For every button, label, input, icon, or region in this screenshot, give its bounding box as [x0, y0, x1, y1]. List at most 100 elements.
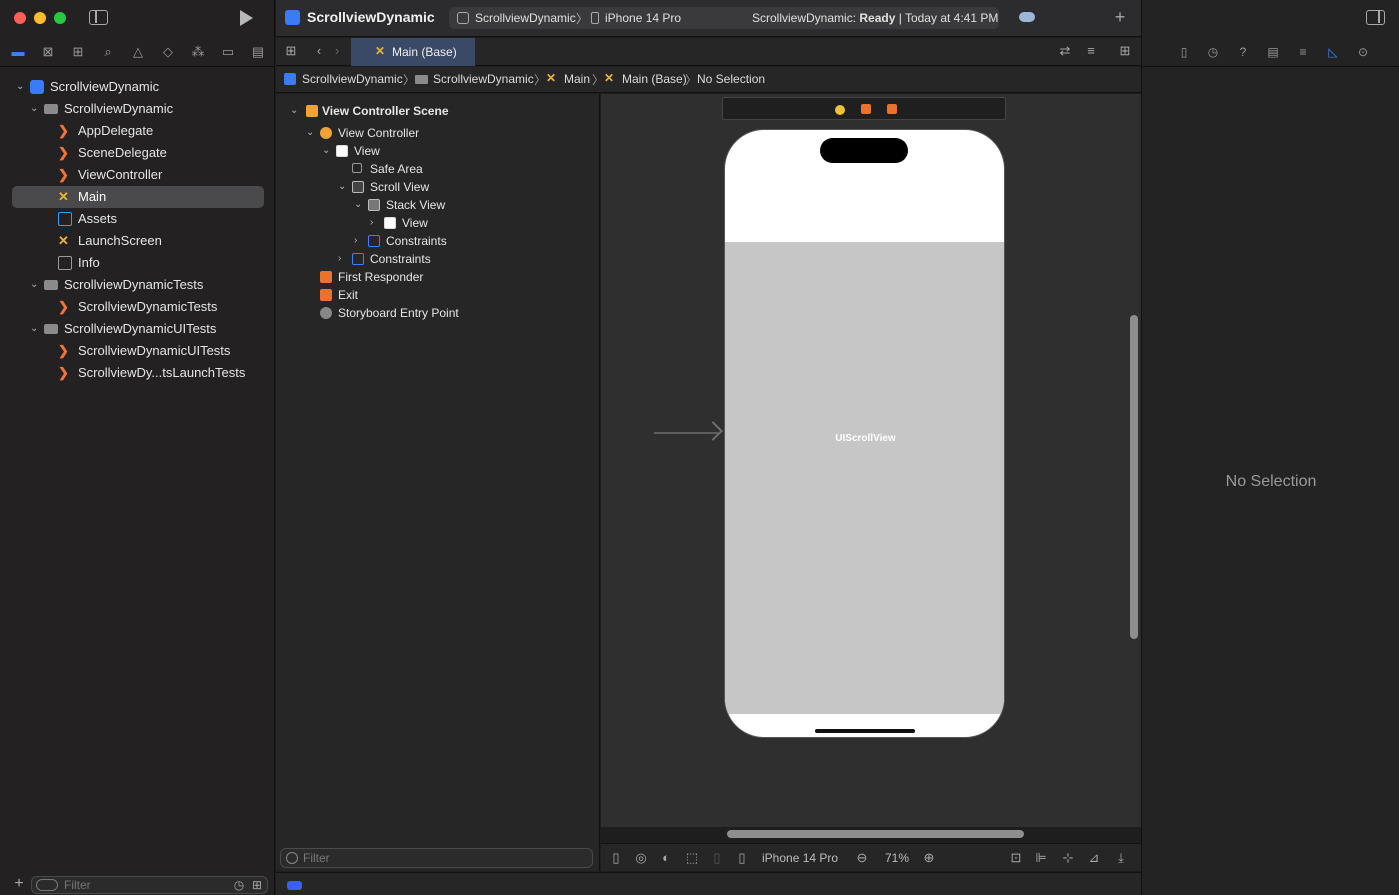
debug-bar — [276, 872, 1141, 895]
minimize-window-button[interactable] — [34, 12, 46, 24]
tab-main-base[interactable]: ✕ Main (Base) — [351, 38, 475, 66]
breadcrumb-project[interactable]: ScrollviewDynamic — [302, 72, 403, 86]
swap-icon[interactable]: ⇄ — [1057, 43, 1073, 59]
align-icon[interactable]: ⊫ — [1033, 850, 1049, 866]
navigator-tab-bar: ▬ ⊠ ⊞ ⌕ △ ◇ ⁂ ▭ ▤ — [0, 40, 275, 64]
scope-icon[interactable]: ⊞ — [250, 877, 264, 893]
vertical-scrollbar[interactable] — [1130, 315, 1138, 639]
editor-options-icon[interactable]: ≡ — [1082, 43, 1100, 59]
tree-item-project[interactable]: ⌄ ScrollviewDynamic — [16, 76, 266, 98]
storyboard-icon: ✕ — [58, 189, 69, 204]
tree-item-folder[interactable]: ⌄ ScrollviewDynamicTests — [30, 274, 266, 296]
close-window-button[interactable] — [14, 12, 26, 24]
zoom-level[interactable]: 71% — [885, 851, 909, 865]
inspector-toggle-icon[interactable] — [1366, 10, 1385, 25]
outline-filter-input[interactable]: Filter — [280, 848, 593, 868]
forward-icon[interactable]: › — [331, 43, 343, 59]
tree-item-label: ScrollviewDy...tsLaunchTests — [78, 365, 246, 380]
search-icon[interactable]: ⌕ — [100, 44, 116, 60]
device-icon[interactable]: ▯ — [735, 850, 749, 866]
tree-item-file[interactable]: ❯ AppDelegate — [58, 120, 258, 142]
storyboard-canvas[interactable]: UIScrollView — [601, 94, 1141, 827]
warning-icon[interactable]: △ — [130, 44, 146, 60]
debug-area-toggle-icon[interactable] — [287, 881, 302, 890]
iphone-frame[interactable]: UIScrollView — [724, 129, 1005, 738]
add-icon[interactable]: + — [1112, 8, 1128, 26]
horizontal-scrollbar[interactable] — [727, 830, 1024, 838]
report-icon[interactable]: ▤ — [250, 44, 266, 60]
resolve-issues-icon[interactable]: ⊿ — [1086, 850, 1102, 866]
app-icon — [457, 12, 469, 24]
outline-label: View Controller Scene — [322, 104, 449, 118]
attributes-icon[interactable]: ≡ — [1295, 44, 1311, 60]
device-config-label[interactable]: iPhone 14 Pro — [762, 851, 838, 865]
tree-item-label: LaunchScreen — [78, 233, 162, 248]
tree-item-file[interactable]: Info — [58, 252, 258, 274]
embed-icon[interactable]: ⤓ — [1113, 850, 1129, 866]
appearance-icon[interactable]: ◐ — [659, 850, 673, 866]
test-icon[interactable]: ◇ — [160, 44, 176, 60]
device-selector[interactable]: iPhone 14 Pro — [605, 11, 681, 25]
view-controller-icon[interactable] — [835, 105, 845, 115]
outline-toggle-icon[interactable]: ▯ — [609, 850, 623, 866]
add-icon[interactable]: + — [12, 876, 26, 892]
cloud-icon[interactable] — [1019, 12, 1035, 22]
sidebar-toggle-icon[interactable] — [89, 10, 108, 25]
zoom-out-icon[interactable]: ⊖ — [855, 850, 869, 866]
add-editor-icon[interactable]: ⊞ — [1117, 43, 1133, 59]
first-responder-icon — [320, 271, 332, 283]
breadcrumb-file[interactable]: Main — [564, 72, 590, 86]
split-icon[interactable]: ▯ — [710, 850, 724, 866]
tree-item-file[interactable]: Assets — [58, 208, 258, 230]
folder-icon — [44, 280, 58, 290]
file-inspector-icon[interactable]: ▯ — [1176, 44, 1192, 60]
orientation-icon[interactable]: ⬚ — [685, 850, 699, 866]
breadcrumb-selection[interactable]: No Selection — [697, 72, 765, 86]
breadcrumb-folder[interactable]: ScrollviewDynamic — [433, 72, 534, 86]
navigator-filter-input[interactable]: Filter ◷ ⊞ — [31, 876, 268, 894]
filter-icon — [36, 879, 58, 891]
build-status-state: Ready — [859, 11, 896, 25]
connections-icon[interactable]: ⊙ — [1355, 44, 1371, 60]
clock-icon[interactable]: ◷ — [232, 877, 246, 893]
pin-icon[interactable]: ⊹ — [1060, 850, 1076, 866]
update-frames-icon[interactable]: ⊡ — [1008, 850, 1024, 866]
tree-item-label: ScrollviewDynamicTests — [64, 277, 204, 292]
accessibility-icon[interactable]: ◎ — [634, 850, 648, 866]
breakpoint-icon[interactable]: ▭ — [220, 44, 236, 60]
tree-item-folder[interactable]: ⌄ ScrollviewDynamicUITests — [30, 318, 266, 340]
grid-icon[interactable]: ⊞ — [284, 43, 298, 59]
exit-icon[interactable] — [887, 104, 897, 114]
tree-item-file[interactable]: ❯ ScrollviewDynamicUITests — [58, 340, 258, 362]
tree-item-folder[interactable]: ⌄ ScrollviewDynamic — [30, 98, 266, 120]
size-inspector-icon[interactable]: ◺ — [1325, 44, 1341, 60]
scene-icon — [306, 105, 318, 117]
tree-item-file[interactable]: ✕ Main — [58, 186, 258, 208]
tree-item-file[interactable]: ❯ SceneDelegate — [58, 142, 258, 164]
run-button-icon[interactable] — [240, 10, 253, 26]
zoom-in-icon[interactable]: ⊕ — [922, 850, 936, 866]
scheme-selector[interactable]: ScrollviewDynamic — [475, 11, 576, 25]
first-responder-icon[interactable] — [861, 104, 871, 114]
toolbar: ScrollviewDynamic ScrollviewDynamic 〉 iP… — [276, 0, 1141, 37]
constraints-icon — [352, 253, 364, 265]
swift-file-icon: ❯ — [58, 123, 69, 138]
zoom-window-button[interactable] — [54, 12, 66, 24]
tree-item-file[interactable]: ❯ ScrollviewDynamicTests — [58, 296, 258, 318]
swift-file-icon: ❯ — [58, 167, 69, 182]
storyboard-icon: ✕ — [604, 71, 615, 85]
scroll-view[interactable]: UIScrollView — [725, 242, 1004, 714]
back-icon[interactable]: ‹ — [313, 43, 325, 59]
symbol-icon[interactable]: ⊞ — [70, 44, 86, 60]
tree-item-file[interactable]: ❯ ViewController — [58, 164, 258, 186]
history-icon[interactable]: ◷ — [1205, 44, 1221, 60]
debug-icon[interactable]: ⁂ — [190, 44, 206, 60]
tree-item-file[interactable]: ✕ LaunchScreen — [58, 230, 258, 252]
help-icon[interactable]: ? — [1235, 44, 1251, 60]
source-control-icon[interactable]: ⊠ — [40, 44, 56, 60]
folder-icon[interactable]: ▬ — [10, 44, 26, 60]
tree-item-file[interactable]: ❯ ScrollviewDy...tsLaunchTests — [58, 362, 258, 384]
project-icon — [30, 80, 44, 94]
breadcrumb-localization[interactable]: Main (Base) — [622, 72, 687, 86]
identity-icon[interactable]: ▤ — [1265, 44, 1281, 60]
